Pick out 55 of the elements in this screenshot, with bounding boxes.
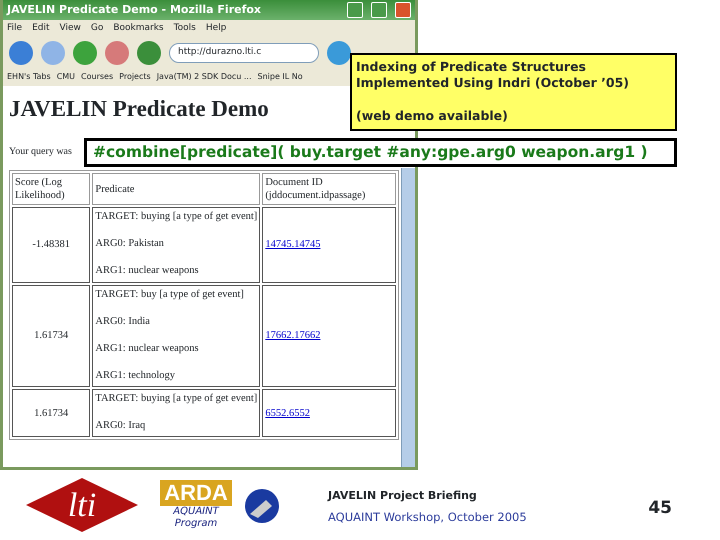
predicate-line: ARG1: nuclear weapons [95, 342, 200, 355]
home-button[interactable] [137, 41, 161, 65]
document-link[interactable]: 17662.17662 [265, 330, 320, 342]
bookmark-item[interactable]: Projects [119, 71, 151, 83]
bookmark-item[interactable]: Java(TM) 2 SDK Docu ... [156, 71, 252, 83]
query-label: Your query was [9, 146, 72, 158]
menu-item[interactable]: Bookmarks [113, 22, 164, 36]
window-title: JAVELIN Predicate Demo - Mozilla Firefox [7, 2, 262, 18]
scrollbar[interactable] [401, 168, 415, 467]
query-text: #combine[predicate]( buy.target #any:gpe.arg0 weapon.arg1 ) [84, 138, 677, 167]
predicate-line: ARG1: nuclear weapons [95, 264, 200, 278]
predicate-line: ARG0: Pakistan [95, 237, 165, 250]
bookmark-item[interactable]: EHN's Tabs [7, 71, 51, 83]
stop-button[interactable] [105, 41, 129, 65]
program-label: AQUAINT Program [172, 506, 220, 530]
column-header: Document ID (jddocument.idpassage) [262, 172, 396, 206]
menu-item[interactable]: View [60, 22, 81, 36]
bookmark-item[interactable]: Courses [81, 71, 114, 83]
bookmark-item[interactable]: Snipe IL No [258, 71, 303, 83]
close-button[interactable] [395, 2, 411, 18]
document-link[interactable]: 6552.6552 [265, 408, 310, 419]
menu-item[interactable]: File [7, 22, 22, 36]
callout-title: Indexing of Predicate Structures Implemented Using Indri (October ’05) [356, 59, 630, 92]
document-link[interactable]: 14745.14745 [265, 239, 320, 250]
menu-item[interactable]: Help [206, 22, 226, 36]
menu-item[interactable]: Edit [32, 22, 50, 36]
score-cell: -1.48381 [12, 207, 90, 283]
arda-logo: ARDA [160, 480, 232, 506]
page-heading: JAVELIN Predicate Demo [9, 96, 269, 122]
predicate-line: TARGET: buying [a type of get event] [95, 392, 258, 406]
lti-logo: lti [26, 478, 138, 532]
maximize-button[interactable] [371, 2, 387, 18]
workshop-label: AQUAINT Workshop, October 2005 [328, 508, 527, 526]
predicate-line: TARGET: buying [a type of get event] [95, 210, 258, 224]
bookmark-item[interactable]: CMU [56, 71, 76, 83]
score-cell: 1.61734 [12, 389, 90, 438]
callout-note: (web demo available) [356, 108, 509, 124]
column-header: Score (Log Likelihood) [12, 172, 90, 206]
page-number: 45 [648, 497, 672, 520]
reload-button[interactable] [73, 41, 97, 65]
briefing-title: JAVELIN Project Briefing [328, 488, 478, 504]
back-button[interactable] [9, 41, 33, 65]
predicate-line: ARG0: India [95, 314, 151, 328]
menu-item[interactable]: Go [90, 22, 104, 36]
minimize-button[interactable] [347, 2, 363, 18]
menu-item[interactable]: Tools [174, 22, 196, 36]
go-button[interactable] [327, 41, 351, 65]
predicate-line: ARG0: Iraq [95, 419, 146, 432]
forward-button[interactable] [41, 41, 65, 65]
column-header: Predicate [92, 172, 260, 206]
globe-icon [244, 488, 280, 524]
score-cell: 1.61734 [12, 284, 90, 388]
predicate-line: TARGET: buy [a type of get event] [95, 288, 245, 301]
predicate-line: ARG1: technology [95, 368, 176, 382]
address-field[interactable]: http://durazno.lti.c [169, 43, 319, 63]
